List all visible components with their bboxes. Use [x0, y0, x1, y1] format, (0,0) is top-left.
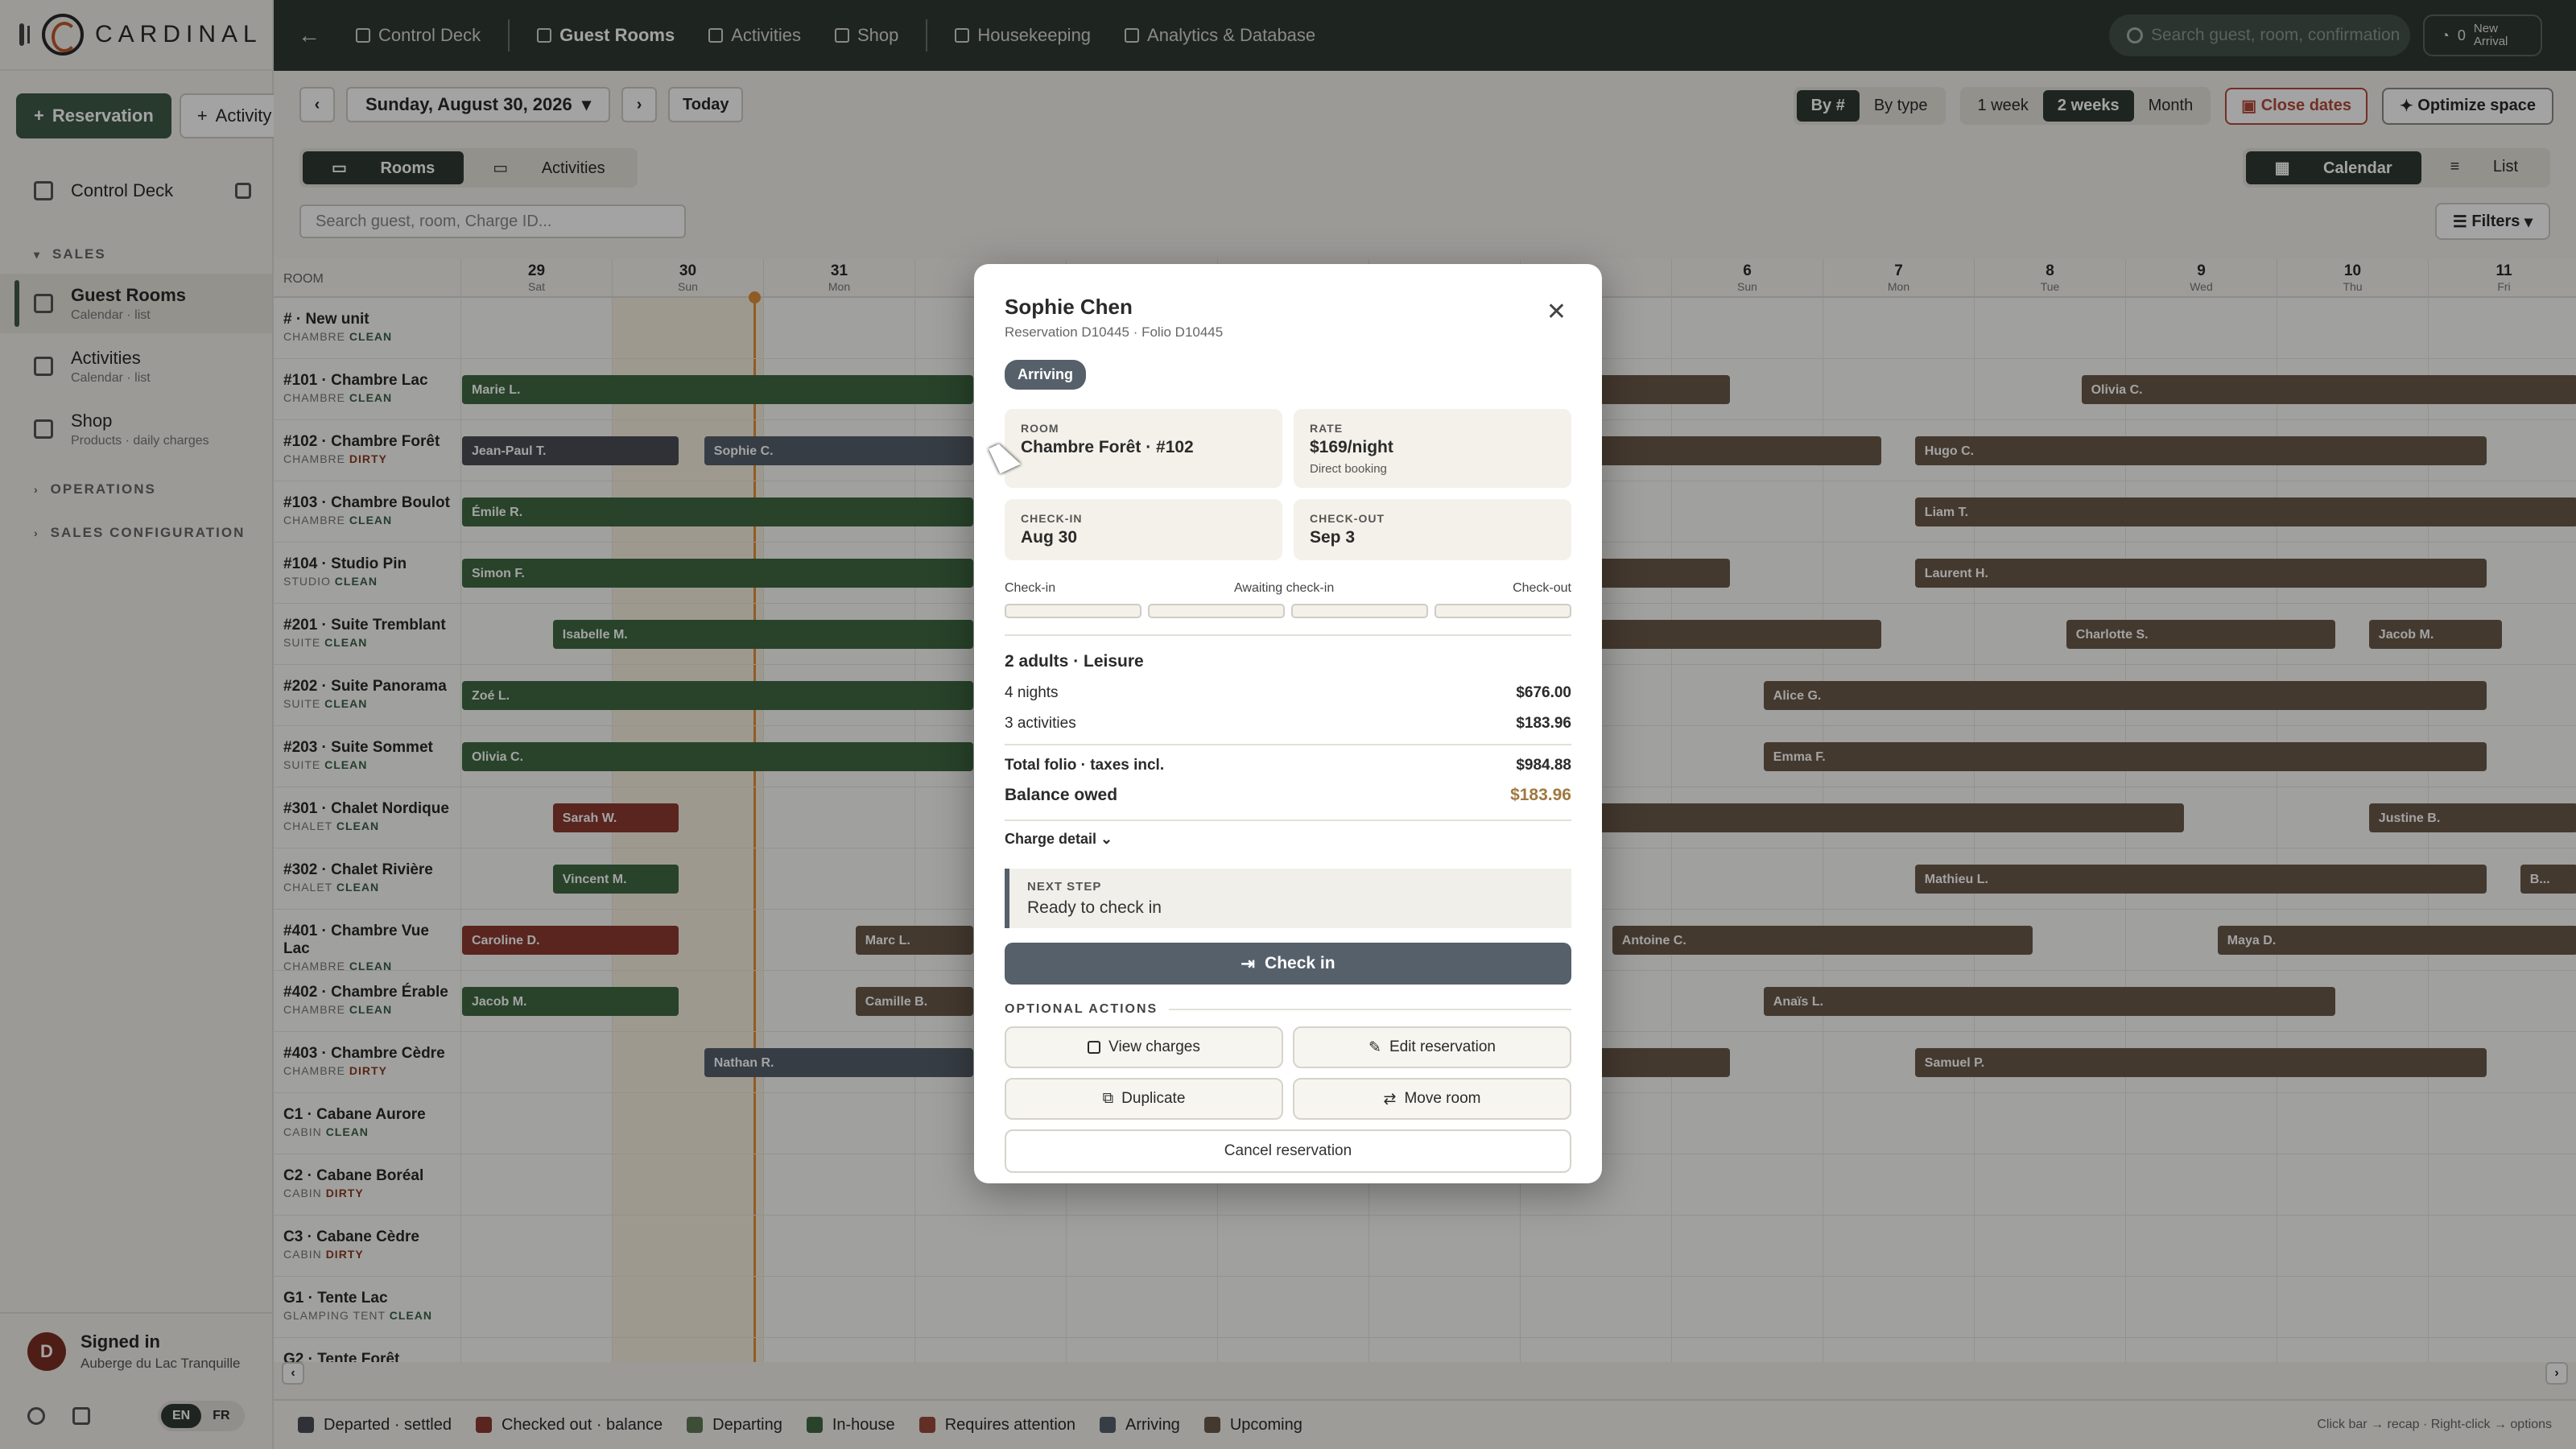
- party-info: 2 adults · Leisure: [1005, 652, 1144, 671]
- checkout-card: CHECK-OUT Sep 3: [1294, 499, 1571, 560]
- charge-detail-toggle[interactable]: Charge detail ⌄: [1005, 831, 1571, 848]
- button-label: View charges: [1108, 1038, 1200, 1055]
- progress-start-label: Check-in: [1005, 581, 1056, 595]
- room-card: ROOM Chambre Forêt · #102: [1005, 409, 1282, 488]
- button-label: Cancel reservation: [1224, 1142, 1352, 1159]
- pencil-icon: ✎: [1368, 1038, 1381, 1056]
- charge-detail-label: Charge detail: [1005, 831, 1097, 847]
- line-value: $676.00: [1516, 684, 1571, 701]
- close-icon[interactable]: ✕: [1546, 298, 1567, 326]
- stay-progress-labels: Check-in Awaiting check-in Check-out: [1005, 581, 1571, 596]
- card-key: CHECK-IN: [1021, 512, 1083, 525]
- button-label: Move room: [1404, 1090, 1481, 1107]
- optional-actions: View charges ✎ Edit reservation ⧉ Duplicat…: [1005, 1026, 1571, 1120]
- reservation-summary-cards: ROOM Chambre Forêt · #102 RATE $169/night D…: [1005, 409, 1571, 560]
- checkin-card: CHECK-IN Aug 30: [1005, 499, 1282, 560]
- check-in-label: Check in: [1265, 954, 1335, 972]
- door-icon: ⇥: [1241, 954, 1256, 973]
- progress-segment: [1291, 604, 1428, 618]
- balance-line: Balance owed $183.96: [1005, 786, 1571, 805]
- checkin-value: Aug 30: [1021, 528, 1078, 547]
- card-key: CHECK-OUT: [1310, 512, 1385, 525]
- next-step-panel: NEXT STEP Ready to check in: [1005, 869, 1571, 928]
- progress-segment: [1435, 604, 1571, 618]
- divider: [1005, 744, 1571, 745]
- rate-card: RATE $169/night Direct booking: [1294, 409, 1571, 488]
- button-label: Edit reservation: [1389, 1038, 1496, 1055]
- card-key: RATE: [1310, 422, 1344, 435]
- view-charges-button[interactable]: View charges: [1005, 1026, 1283, 1068]
- nights-line: 4 nights $676.00: [1005, 684, 1571, 702]
- reservation-recap-modal: Sophie Chen Reservation D10445 · Folio D…: [974, 264, 1602, 1183]
- progress-status-label: Awaiting check-in: [1234, 581, 1335, 595]
- next-step-value: Ready to check in: [1027, 898, 1162, 917]
- activities-line: 3 activities $183.96: [1005, 715, 1571, 733]
- check-in-button[interactable]: ⇥ Check in: [1005, 943, 1571, 985]
- app-root: CARDINAL + Reservation + Activity Control …: [0, 0, 2576, 1449]
- guest-name: Sophie Chen: [1005, 295, 1133, 319]
- room-value: Chambre Forêt · #102: [1021, 438, 1194, 456]
- checkout-value: Sep 3: [1310, 528, 1356, 547]
- total-value: $984.88: [1516, 757, 1571, 774]
- edit-reservation-button[interactable]: ✎ Edit reservation: [1293, 1026, 1571, 1068]
- line-value: $183.96: [1516, 715, 1571, 732]
- progress-segment: [1005, 604, 1141, 618]
- balance-value: $183.96: [1510, 786, 1571, 804]
- divider: [1005, 819, 1571, 821]
- booking-source: Direct booking: [1310, 462, 1387, 476]
- cancel-reservation-button[interactable]: Cancel reservation: [1005, 1129, 1571, 1173]
- total-label: Total folio · taxes incl.: [1005, 757, 1165, 774]
- copy-icon: ⧉: [1102, 1090, 1114, 1107]
- progress-segment: [1148, 604, 1285, 618]
- stay-progress-bar: [1005, 604, 1571, 618]
- reservation-id: Reservation D10445 · Folio D10445: [1005, 324, 1224, 340]
- progress-end-label: Check-out: [1513, 581, 1571, 595]
- total-line: Total folio · taxes incl. $984.88: [1005, 757, 1571, 774]
- chevron-down-icon: ⌄: [1100, 831, 1113, 847]
- receipt-icon: [1088, 1041, 1101, 1054]
- swap-icon: ⇄: [1383, 1090, 1397, 1108]
- line-label: 3 activities: [1005, 715, 1076, 732]
- button-label: Duplicate: [1121, 1090, 1186, 1107]
- line-label: 4 nights: [1005, 684, 1059, 701]
- duplicate-button[interactable]: ⧉ Duplicate: [1005, 1078, 1283, 1120]
- next-step-key: NEXT STEP: [1027, 880, 1102, 894]
- card-key: ROOM: [1021, 422, 1059, 435]
- balance-label: Balance owed: [1005, 786, 1118, 804]
- move-room-button[interactable]: ⇄ Move room: [1293, 1078, 1571, 1120]
- status-badge: Arriving: [1005, 360, 1087, 390]
- rate-value: $169/night: [1310, 438, 1393, 456]
- optional-actions-label: OPTIONAL ACTIONS: [1005, 1002, 1571, 1017]
- divider: [1005, 634, 1571, 636]
